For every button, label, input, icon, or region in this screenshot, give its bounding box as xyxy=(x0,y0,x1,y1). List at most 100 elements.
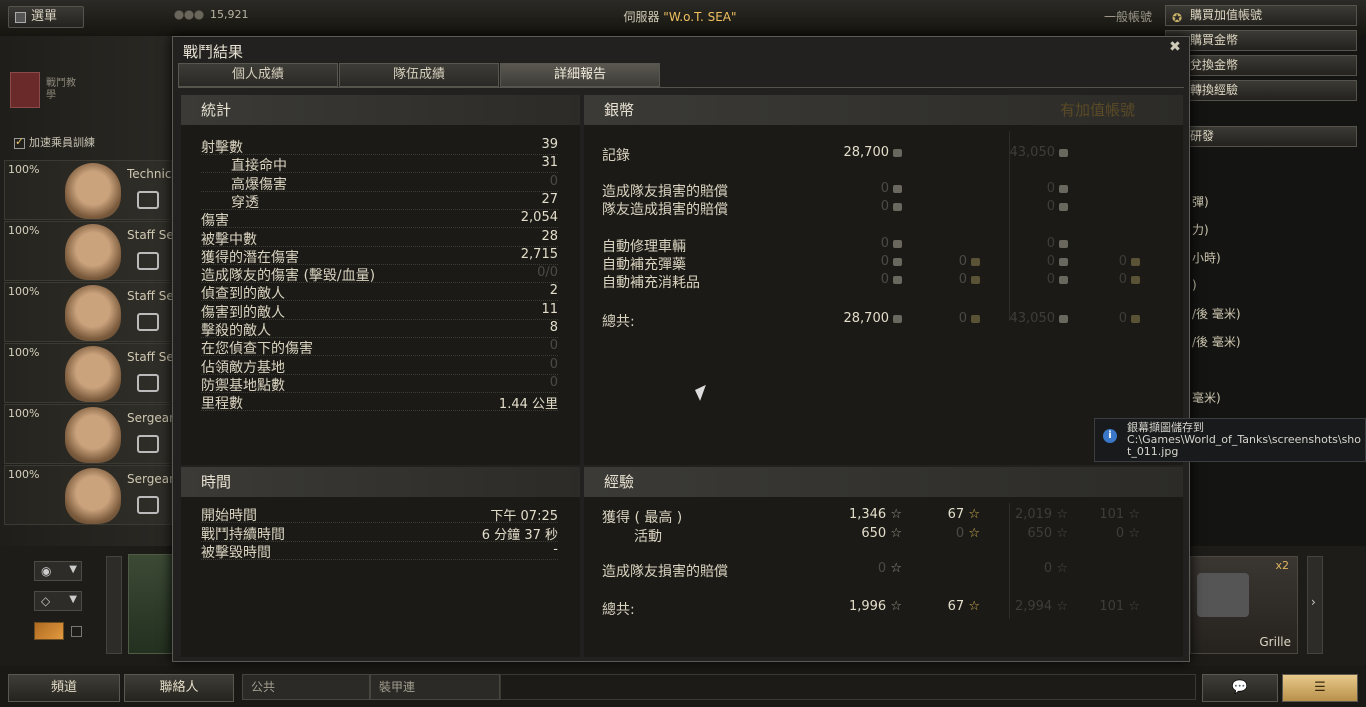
stat-row: 偵查到的敵人 2 xyxy=(201,283,558,303)
carousel-right-arrow[interactable]: › xyxy=(1307,556,1323,654)
stat-value: 2 xyxy=(549,283,558,299)
stats-header: 統計 xyxy=(181,95,580,125)
close-icon[interactable]: ✖ xyxy=(1167,39,1183,55)
buy-premium-button[interactable]: ✪ 購買加值帳號 xyxy=(1165,5,1357,26)
exp-row: 獲得 ( 最高 ) 1,346 ☆ 67 ☆ 2,019 ☆ 101 ☆ xyxy=(602,507,1162,526)
exp-row: 總共: 1,996 ☆ 67 ☆ 2,994 ☆ 101 ☆ xyxy=(602,599,1162,618)
time-label: 被擊毀時間 xyxy=(201,545,271,561)
book-icon xyxy=(10,72,40,108)
crew-slot-radio[interactable]: 100% Staff Ser xyxy=(4,343,177,403)
gold-counter: 15,921 xyxy=(174,8,249,21)
contacts-button[interactable]: 聯絡人 xyxy=(124,674,234,702)
silver-value: 0 xyxy=(900,311,980,326)
stat-label: 偵查到的敵人 xyxy=(201,286,285,303)
silver-header: 銀幣 有加值帳號 xyxy=(584,95,1183,125)
tank-type-icon: ◇ xyxy=(41,594,51,608)
chat-tab-public[interactable]: 公共 xyxy=(242,674,370,700)
silver-icon xyxy=(1059,148,1068,157)
exp-value: 0 ☆ xyxy=(955,526,980,541)
silver-value: 0 xyxy=(988,181,1068,196)
crew-portrait xyxy=(65,407,121,463)
exp-label: 獲得 ( 最高 ) xyxy=(602,510,683,526)
silver-row: 總共: 28,700 0 43,050 0 xyxy=(602,311,1162,330)
filter-checkbox[interactable] xyxy=(71,626,82,637)
stat-row: 造成隊友的傷害 (擊毀/血量) 0/0 xyxy=(201,265,558,285)
research-button[interactable]: 研發 xyxy=(1165,126,1357,147)
exp-label: 造成隊友損害的賠償 xyxy=(602,564,728,580)
menu-button[interactable]: 選單 xyxy=(8,6,84,28)
silver-row: 造成隊友損害的賠償 0 0 xyxy=(602,181,1162,200)
carousel-left-arrow[interactable] xyxy=(106,556,122,654)
chat-input-area[interactable] xyxy=(500,674,1196,700)
stat-value: 31 xyxy=(541,155,558,171)
premium-header: 有加值帳號 xyxy=(1060,101,1136,119)
rank-insignia-icon xyxy=(137,374,159,392)
right-stat-1: 彈) xyxy=(1192,195,1209,209)
silver-value: 28,700 xyxy=(822,311,902,326)
crew-portrait xyxy=(65,285,121,341)
convert-exp-button[interactable]: 轉換經驗 xyxy=(1165,80,1357,101)
tab-personal[interactable]: 個人成績 xyxy=(178,63,338,87)
crew-slot-gunner[interactable]: 100% Staff Ser xyxy=(4,221,177,281)
stat-value: 11 xyxy=(541,301,558,317)
exp-value: 101 ☆ xyxy=(1099,507,1140,522)
exp-value: 0 ☆ xyxy=(877,561,902,576)
chat-tab-company[interactable]: 裝甲連 xyxy=(370,674,500,700)
silver-label: 造成隊友損害的賠償 xyxy=(602,184,728,200)
star-icon: ☆ xyxy=(1124,526,1140,541)
stat-label: 造成隊友的傷害 (擊毀/血量) xyxy=(201,268,376,285)
exp-value: 2,994 ☆ xyxy=(1014,599,1068,614)
tank-card-grille[interactable]: x2 Grille xyxy=(1190,556,1298,654)
server-label: 伺服器 "W.o.T. SEA" xyxy=(623,10,737,24)
star-icon: ☆ xyxy=(964,599,980,614)
time-value: 下午 07:25 xyxy=(490,509,558,524)
exp-value: 650 ☆ xyxy=(861,526,902,541)
premium-star-icon: ✪ xyxy=(1172,11,1183,25)
rank-insignia-icon xyxy=(137,191,159,209)
stat-label: 穿透 xyxy=(231,194,259,211)
silver-icon xyxy=(893,239,902,248)
star-icon: ☆ xyxy=(1124,599,1140,614)
filter-toggle[interactable] xyxy=(34,622,64,640)
chat-button[interactable]: 💬 xyxy=(1202,674,1278,702)
star-icon: ☆ xyxy=(964,507,980,522)
gold-icon xyxy=(971,257,980,266)
time-row: 被擊毀時間 - xyxy=(201,542,558,561)
stat-label: 射擊數 xyxy=(201,140,243,156)
star-icon: ☆ xyxy=(1052,561,1068,576)
rank-insignia-icon xyxy=(137,435,159,453)
type-filter[interactable]: ◇ ▼ xyxy=(34,591,82,611)
rank-insignia-icon xyxy=(137,496,159,514)
silver-value: 0 xyxy=(988,199,1068,214)
buy-gold-button[interactable]: 購買金幣 xyxy=(1165,30,1357,51)
stat-row: 獲得的潛在傷害 2,715 xyxy=(201,247,558,266)
right-stat-6: /後 毫米) xyxy=(1192,335,1241,349)
crew-slot-driver[interactable]: 100% Staff Ser xyxy=(4,282,177,342)
star-icon: ☆ xyxy=(1124,507,1140,522)
stat-row: 直接命中 31 xyxy=(201,155,558,174)
nation-filter[interactable]: ◉ ▼ xyxy=(34,561,82,581)
crew-slot-loader-1[interactable]: 100% Sergeant xyxy=(4,404,177,464)
crew-slot-commander[interactable]: 100% Technica xyxy=(4,160,177,220)
stat-label: 佔領敵方基地 xyxy=(201,359,285,376)
current-tank-card[interactable] xyxy=(128,554,174,654)
tutorial-button[interactable]: 戰鬥教學 xyxy=(10,72,170,112)
stat-value: 28 xyxy=(541,228,558,244)
silver-value: 0 xyxy=(900,254,980,269)
channels-button[interactable]: 頻道 xyxy=(8,674,120,702)
exchange-gold-button[interactable]: 兌換金幣 xyxy=(1165,55,1357,76)
silver-label: 總共: xyxy=(602,314,635,330)
tab-detailed[interactable]: 詳細報告 xyxy=(500,63,660,87)
crew-slot-loader-2[interactable]: 100% Sergeant xyxy=(4,465,177,525)
accel-training-checkbox[interactable]: 加速乘員訓練 xyxy=(14,134,95,150)
silver-label: 記錄 xyxy=(602,148,630,164)
stat-label: 高爆傷害 xyxy=(231,176,287,193)
exp-label: 總共: xyxy=(602,602,635,618)
silver-value: 0 xyxy=(1060,311,1140,326)
stat-row: 被擊中數 28 xyxy=(201,228,558,248)
tab-divider xyxy=(178,87,1184,88)
silver-value: 43,050 xyxy=(988,145,1068,160)
silver-icon xyxy=(1059,184,1068,193)
tab-team[interactable]: 隊伍成績 xyxy=(339,63,499,87)
notifications-button[interactable]: ☰ xyxy=(1282,674,1358,702)
